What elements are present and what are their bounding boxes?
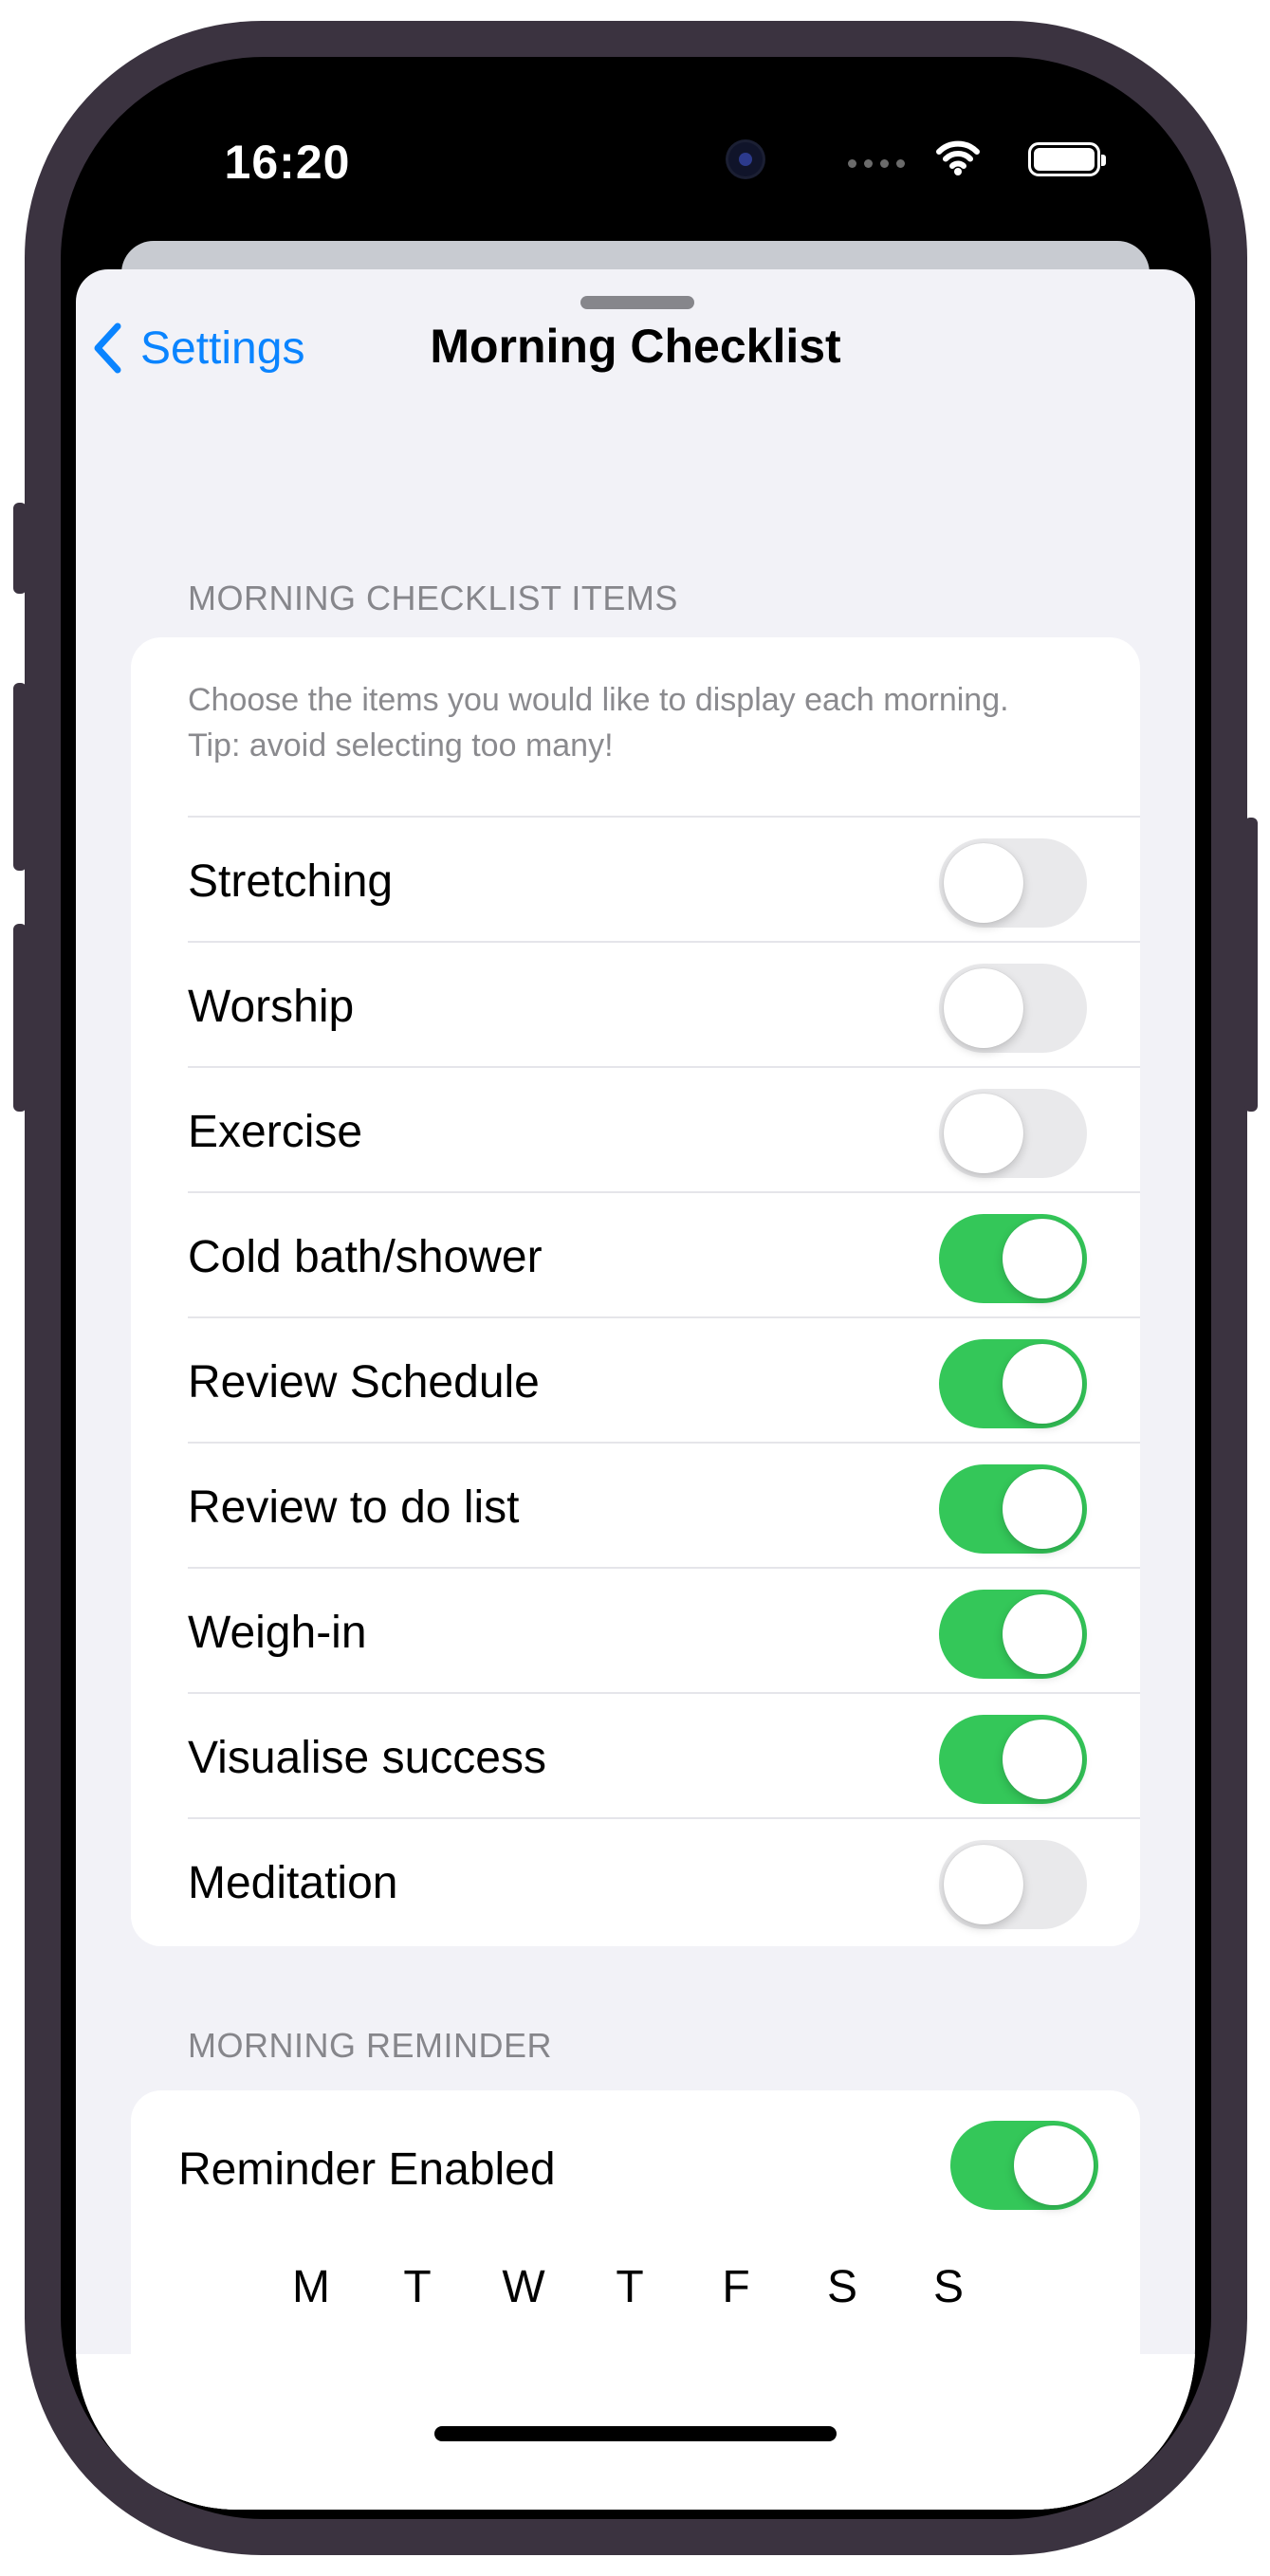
checklist-item-row: Visualise success [188, 1692, 1140, 1817]
home-indicator-area [76, 2354, 1195, 2510]
checklist-item-row: Exercise [188, 1066, 1140, 1191]
toggle-knob [944, 1094, 1023, 1173]
weekday-label: T [403, 2262, 432, 2312]
weekday-label: S [826, 2262, 857, 2312]
sheet-grabber[interactable] [580, 296, 694, 309]
checklist-item-toggle[interactable] [939, 1840, 1087, 1929]
reminder-enabled-label: Reminder Enabled [178, 2144, 556, 2195]
checklist-item-row: Weigh-in [188, 1567, 1140, 1692]
checklist-section-header: MORNING CHECKLIST ITEMS [188, 579, 678, 617]
checklist-item-label: Weigh-in [188, 1608, 367, 1658]
checklist-description: Choose the items you would like to displ… [188, 682, 1009, 764]
cellular-signal-icon [848, 159, 905, 168]
power-button [1244, 818, 1258, 1112]
toggle-knob [944, 968, 1023, 1048]
settings-sheet: Settings Morning Checklist MORNING CHECK… [76, 269, 1195, 2510]
toggle-knob [1003, 1219, 1082, 1298]
checklist-item-label: Cold bath/shower [188, 1232, 543, 1282]
checklist-item-toggle[interactable] [939, 1339, 1087, 1428]
checklist-item-row: Stretching [188, 816, 1140, 941]
weekday-label: M [292, 2262, 330, 2312]
chevron-left-icon [94, 322, 121, 374]
wifi-icon [936, 140, 980, 175]
checklist-item-toggle[interactable] [939, 1214, 1087, 1303]
reminder-enabled-toggle[interactable] [950, 2121, 1098, 2210]
checklist-item-label: Review to do list [188, 1482, 520, 1533]
screen: 16:20 Settings Morning Checklist MORNING… [76, 80, 1195, 2510]
toggle-knob [1003, 1344, 1082, 1424]
front-camera-icon [728, 142, 763, 176]
status-time: 16:20 [224, 136, 351, 189]
battery-icon [1028, 142, 1106, 176]
home-indicator[interactable] [434, 2426, 837, 2441]
volume-down-button [13, 924, 27, 1112]
checklist-item-label: Exercise [188, 1107, 363, 1157]
weekday-label: T [616, 2262, 644, 2312]
reminder-section-header: MORNING REMINDER [188, 2026, 552, 2065]
checklist-item-toggle[interactable] [939, 1715, 1087, 1804]
dynamic-island [459, 106, 819, 212]
toggle-knob [944, 843, 1023, 923]
back-button[interactable]: Settings [93, 315, 304, 381]
toggle-knob [1003, 1469, 1082, 1549]
checklist-item-row: Review Schedule [188, 1316, 1140, 1442]
checklist-item-toggle[interactable] [939, 1089, 1087, 1178]
checklist-item-label: Worship [188, 982, 355, 1032]
checklist-item-toggle[interactable] [939, 1590, 1087, 1679]
checklist-card: Choose the items you would like to displ… [131, 637, 1140, 1946]
toggle-knob [1003, 1594, 1082, 1674]
back-button-label: Settings [140, 322, 305, 374]
checklist-item-label: Review Schedule [188, 1357, 540, 1408]
toggle-knob [1014, 2125, 1094, 2205]
reminder-enabled-row: Reminder Enabled [131, 2090, 1140, 2240]
checklist-item-label: Visualise success [188, 1733, 546, 1783]
weekday-label: S [932, 2262, 964, 2312]
checklist-item-row: Meditation [188, 1817, 1140, 1942]
checklist-item-row: Cold bath/shower [188, 1191, 1140, 1316]
checklist-item-toggle[interactable] [939, 838, 1087, 928]
toggle-knob [1003, 1720, 1082, 1799]
volume-up-button [13, 683, 27, 871]
action-button [13, 503, 27, 594]
checklist-item-label: Stretching [188, 856, 394, 907]
weekday-label: F [722, 2262, 750, 2312]
checklist-item-label: Meditation [188, 1858, 398, 1908]
checklist-item-toggle[interactable] [939, 1464, 1087, 1554]
weekday-label: W [502, 2262, 545, 2312]
toggle-knob [944, 1845, 1023, 1924]
checklist-item-row: Review to do list [188, 1442, 1140, 1567]
checklist-item-row: Worship [188, 941, 1140, 1066]
checklist-item-toggle[interactable] [939, 964, 1087, 1053]
